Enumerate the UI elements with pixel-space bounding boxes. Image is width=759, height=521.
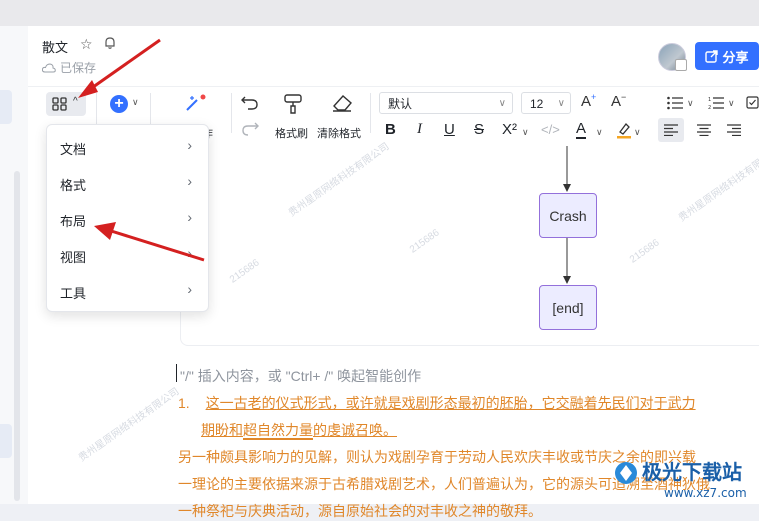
svg-text:www.xz7.com: www.xz7.com <box>664 486 747 500</box>
site-logo: 极光下载站 www.xz7.com <box>615 460 747 500</box>
annotation-arrows <box>78 38 205 262</box>
svg-text:极光下载站: 极光下载站 <box>642 460 742 484</box>
paragraph-line[interactable]: 一种祭祀与庆典活动，源自原始社会的对丰收之神的敬拜。 <box>178 501 542 521</box>
